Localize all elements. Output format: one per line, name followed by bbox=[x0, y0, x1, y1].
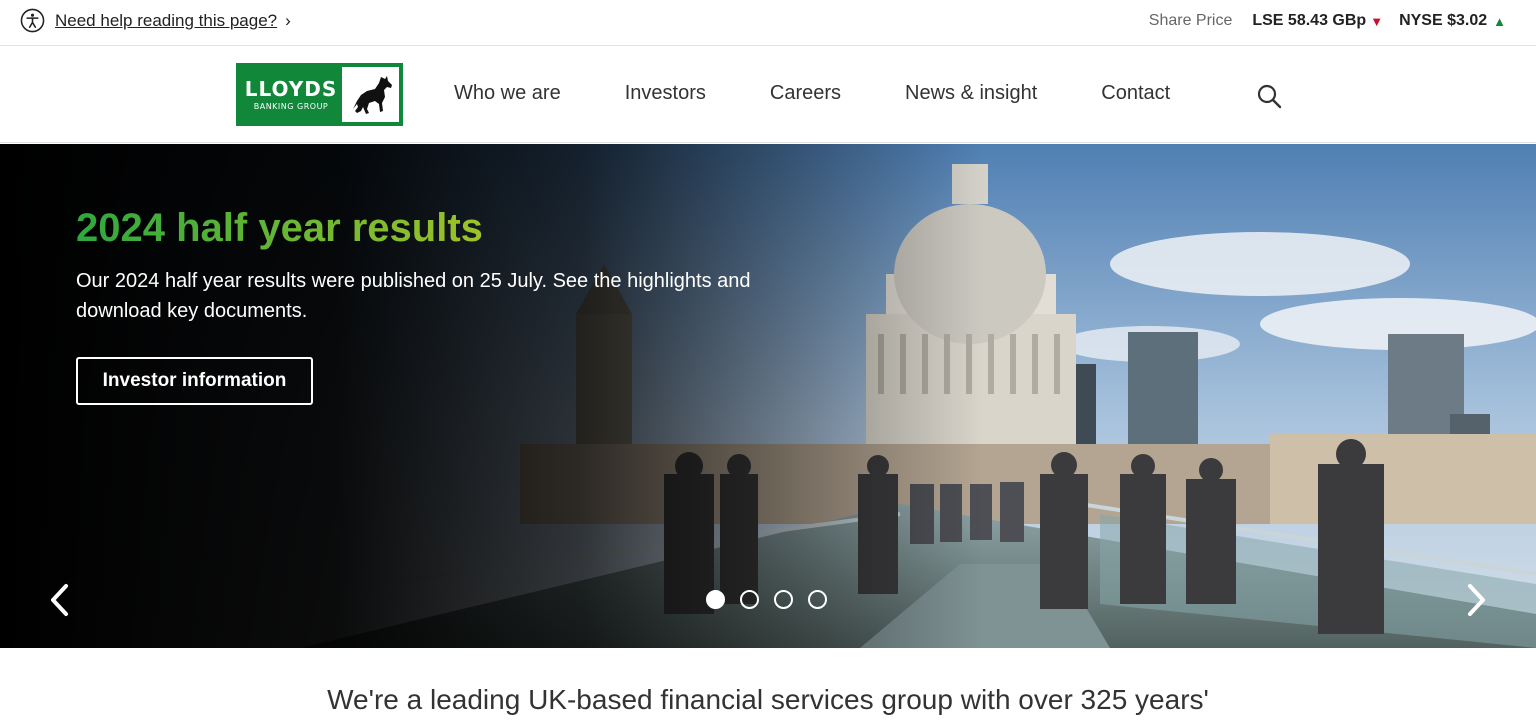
nav-item-news-insight[interactable]: News & insight bbox=[905, 82, 1037, 105]
logo-sub-text: BANKING GROUP bbox=[253, 102, 329, 111]
hero-title: 2024 half year results bbox=[76, 206, 483, 250]
chevron-right-icon[interactable] bbox=[1460, 582, 1490, 618]
nav-item-who-we-are[interactable]: Who we are bbox=[454, 82, 561, 105]
main-nav: Who we are Investors Careers News & insi… bbox=[454, 82, 1234, 105]
investor-information-button[interactable]: Investor information bbox=[76, 357, 313, 405]
carousel-pagination bbox=[706, 590, 842, 609]
accessibility-help-link[interactable]: Need help reading this page? › bbox=[20, 8, 291, 33]
accessibility-icon bbox=[20, 8, 45, 33]
chevron-right-icon: › bbox=[285, 10, 291, 30]
carousel-dot-4[interactable] bbox=[808, 590, 827, 609]
nav-item-investors[interactable]: Investors bbox=[625, 82, 706, 105]
search-icon[interactable] bbox=[1256, 83, 1282, 109]
intro-text: We're a leading UK-based financial servi… bbox=[327, 684, 1209, 715]
lloyds-logo[interactable]: LLOYDS BANKING GROUP bbox=[236, 63, 403, 126]
logo-horse-panel bbox=[342, 67, 399, 122]
hero-description: Our 2024 half year results were publishe… bbox=[76, 270, 751, 322]
utility-bar: Need help reading this page? › Share Pri… bbox=[0, 0, 1536, 46]
nav-item-careers[interactable]: Careers bbox=[770, 82, 841, 105]
logo-main-text: LLOYDS bbox=[244, 77, 338, 101]
site-header: LLOYDS BANKING GROUP Who we are Investor… bbox=[0, 47, 1536, 143]
chevron-left-icon[interactable] bbox=[46, 582, 76, 618]
hero-carousel: 2024 half year results Our 2024 half yea… bbox=[0, 144, 1536, 648]
share-price-label: Share Price bbox=[1148, 12, 1233, 29]
triangle-up-icon: ▲ bbox=[1493, 13, 1506, 29]
carousel-dot-2[interactable] bbox=[740, 590, 759, 609]
share-price: Share Price LSE 58.43 GBp ▼ NYSE $3.02 ▲ bbox=[1149, 12, 1506, 30]
carousel-dot-1[interactable] bbox=[706, 590, 725, 609]
carousel-dot-3[interactable] bbox=[774, 590, 793, 609]
triangle-down-icon: ▼ bbox=[1370, 13, 1384, 29]
help-link-text[interactable]: Need help reading this page? bbox=[55, 11, 277, 31]
nav-item-contact[interactable]: Contact bbox=[1101, 82, 1170, 105]
lse-price: LSE 58.43 GBp bbox=[1252, 12, 1367, 29]
horse-logo-icon bbox=[352, 75, 392, 114]
logo-wordmark: LLOYDS BANKING GROUP bbox=[240, 67, 342, 122]
nyse-price: NYSE $3.02 bbox=[1399, 12, 1488, 29]
